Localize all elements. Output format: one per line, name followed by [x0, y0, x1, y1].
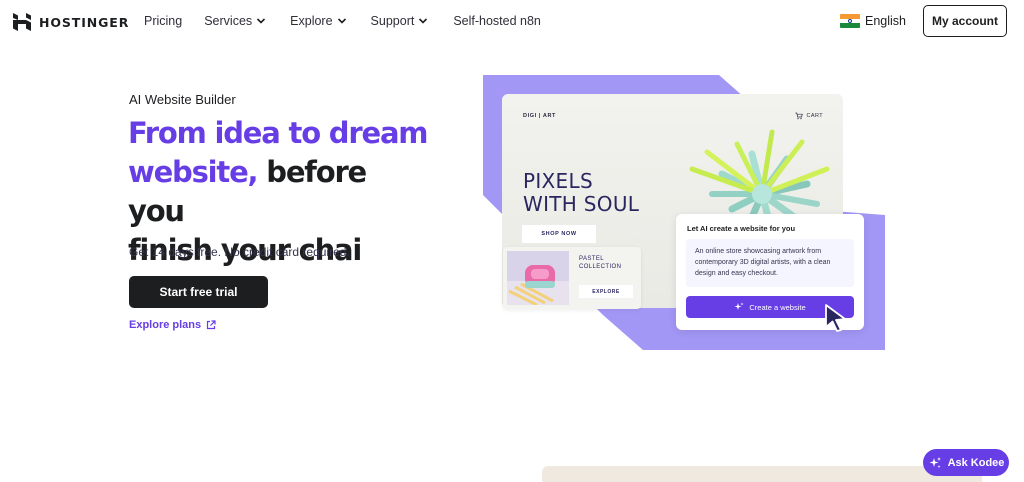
nav-item-label: Self-hosted n8n	[453, 14, 541, 28]
chevron-down-icon	[337, 18, 346, 24]
pastel-collection-image	[507, 251, 569, 305]
mouse-cursor-icon	[825, 304, 846, 332]
nav-item-pricing[interactable]: Pricing	[144, 14, 182, 28]
start-free-trial-button[interactable]: Start free trial	[129, 276, 268, 308]
headline-highlight: From idea to dream	[128, 116, 429, 150]
store-brand: DIGI | ART	[523, 113, 557, 119]
top-navigation: HOSTINGER Pricing Services Explore Suppo…	[0, 0, 1024, 44]
chevron-down-icon	[419, 18, 428, 24]
nav-item-services[interactable]: Services	[204, 14, 266, 28]
ai-card-title: Let AI create a website for you	[687, 224, 796, 233]
collection-title-line: PASTEL	[579, 256, 604, 262]
brand-logo[interactable]: HOSTINGER	[13, 13, 129, 31]
nav-item-label: Pricing	[144, 14, 183, 28]
hero-subtext: Get 14 days free. No credit card require…	[129, 245, 350, 259]
brand-name: HOSTINGER	[39, 14, 130, 30]
pastel-collection-card: PASTEL COLLECTION EXPLORE	[503, 247, 641, 309]
nav-item-label: Explore	[290, 14, 333, 28]
explore-plans-label: Explore plans	[129, 319, 202, 331]
india-flag-icon	[840, 14, 860, 28]
language-label: English	[865, 14, 906, 28]
nav-item-explore[interactable]: Explore	[290, 14, 346, 28]
hero-eyebrow: AI Website Builder	[129, 92, 236, 107]
nav-item-label: Support	[370, 14, 415, 28]
shop-now-button: SHOP NOW	[522, 225, 596, 243]
nav-item-self-hosted-n8n[interactable]: Self-hosted n8n	[453, 14, 541, 28]
create-website-label: Create a website	[749, 302, 806, 312]
nav-item-support[interactable]: Support	[371, 14, 429, 28]
ask-kodee-label: Ask Kodee	[947, 456, 1005, 469]
collection-title: PASTEL COLLECTION	[579, 255, 621, 271]
sparkle-icon	[734, 302, 744, 310]
hero-illustration: DIGI | ART CART PIXELS WITH SOUL SHOP NO…	[483, 75, 885, 350]
hostinger-logo-icon	[13, 13, 31, 31]
explore-plans-link[interactable]: Explore plans	[129, 319, 216, 331]
store-headline: PIXELS WITH SOUL	[523, 170, 639, 216]
collection-explore-button: EXPLORE	[579, 285, 633, 298]
language-selector[interactable]: English	[840, 14, 906, 28]
chevron-down-icon	[257, 18, 266, 24]
store-headline-line: WITH SOUL	[523, 192, 640, 216]
nav-links: Pricing Services Explore Support Self-ho…	[144, 14, 541, 28]
kodee-sparkle-icon	[929, 456, 941, 468]
ask-kodee-button[interactable]: Ask Kodee	[923, 449, 1009, 476]
external-link-icon	[207, 320, 216, 330]
collection-title-line: COLLECTION	[579, 264, 622, 270]
headline-highlight: website,	[128, 155, 259, 189]
my-account-button[interactable]: My account	[923, 5, 1007, 37]
next-section-preview	[542, 466, 982, 482]
store-headline-line: PIXELS	[523, 169, 593, 193]
nav-item-label: Services	[204, 14, 253, 28]
ai-prompt-text: An online store showcasing artwork from …	[686, 239, 854, 287]
